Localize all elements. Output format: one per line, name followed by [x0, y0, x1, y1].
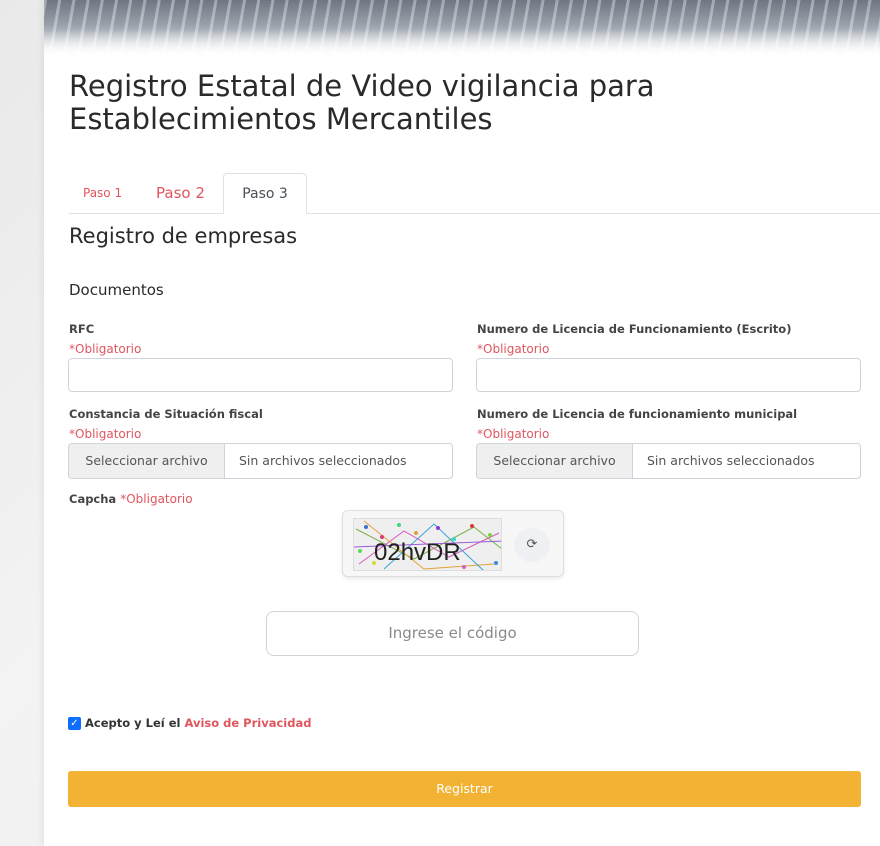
captcha-widget: 02hvDR ⟳ — [342, 510, 564, 577]
rfc-required: *Obligatorio — [69, 342, 142, 356]
constancia-file-status: Sin archivos seleccionados — [239, 453, 407, 468]
page-title: Registro Estatal de Video vigilancia par… — [69, 69, 655, 136]
section-title: Registro de empresas — [69, 224, 298, 248]
constancia-select-button[interactable]: Seleccionar archivo — [69, 444, 225, 478]
licencia-municipal-required: *Obligatorio — [477, 427, 550, 441]
registration-card: Registro Estatal de Video vigilancia par… — [44, 0, 880, 846]
licencia-municipal-select-button[interactable]: Seleccionar archivo — [477, 444, 633, 478]
banner-fade — [44, 30, 880, 58]
tab-paso-3[interactable]: Paso 3 — [223, 173, 307, 214]
step-tabs: Paso 1 Paso 2 Paso 3 — [69, 173, 880, 214]
refresh-icon[interactable]: ⟳ — [514, 528, 550, 562]
licencia-municipal-file-status: Sin archivos seleccionados — [647, 453, 815, 468]
constancia-required: *Obligatorio — [69, 427, 142, 441]
licencia-escrito-required: *Obligatorio — [477, 342, 550, 356]
rfc-label: RFC — [69, 322, 95, 336]
licencia-escrito-input[interactable] — [476, 358, 861, 392]
constancia-label: Constancia de Situación fiscal — [69, 407, 263, 421]
licencia-escrito-label: Numero de Licencia de Funcionamiento (Es… — [477, 322, 792, 336]
documents-title: Documentos — [69, 281, 164, 299]
licencia-municipal-label: Numero de Licencia de funcionamiento mun… — [477, 407, 798, 421]
captcha-code: 02hvDR — [374, 539, 461, 566]
captcha-label: Capcha *Obligatorio — [69, 492, 193, 506]
privacy-text: Acepto y Leí el — [85, 716, 181, 730]
register-button[interactable]: Registrar — [68, 771, 861, 807]
privacy-checkbox[interactable]: ✓ — [68, 716, 81, 730]
tab-paso-1[interactable]: Paso 1 — [83, 173, 122, 213]
captcha-required: *Obligatorio — [120, 492, 193, 506]
constancia-file-input[interactable]: Seleccionar archivo Sin archivos selecci… — [68, 443, 453, 479]
captcha-code-input[interactable]: Ingrese el código — [266, 611, 639, 656]
captcha-image: 02hvDR — [353, 518, 502, 571]
tab-paso-2[interactable]: Paso 2 — [156, 173, 205, 213]
rfc-input[interactable] — [68, 358, 453, 392]
privacy-link[interactable]: Aviso de Privacidad — [184, 716, 311, 730]
licencia-municipal-file-input[interactable]: Seleccionar archivo Sin archivos selecci… — [476, 443, 861, 479]
privacy-consent: ✓ Acepto y Leí el Aviso de Privacidad — [68, 716, 311, 730]
captcha-label-text: Capcha — [69, 492, 117, 506]
